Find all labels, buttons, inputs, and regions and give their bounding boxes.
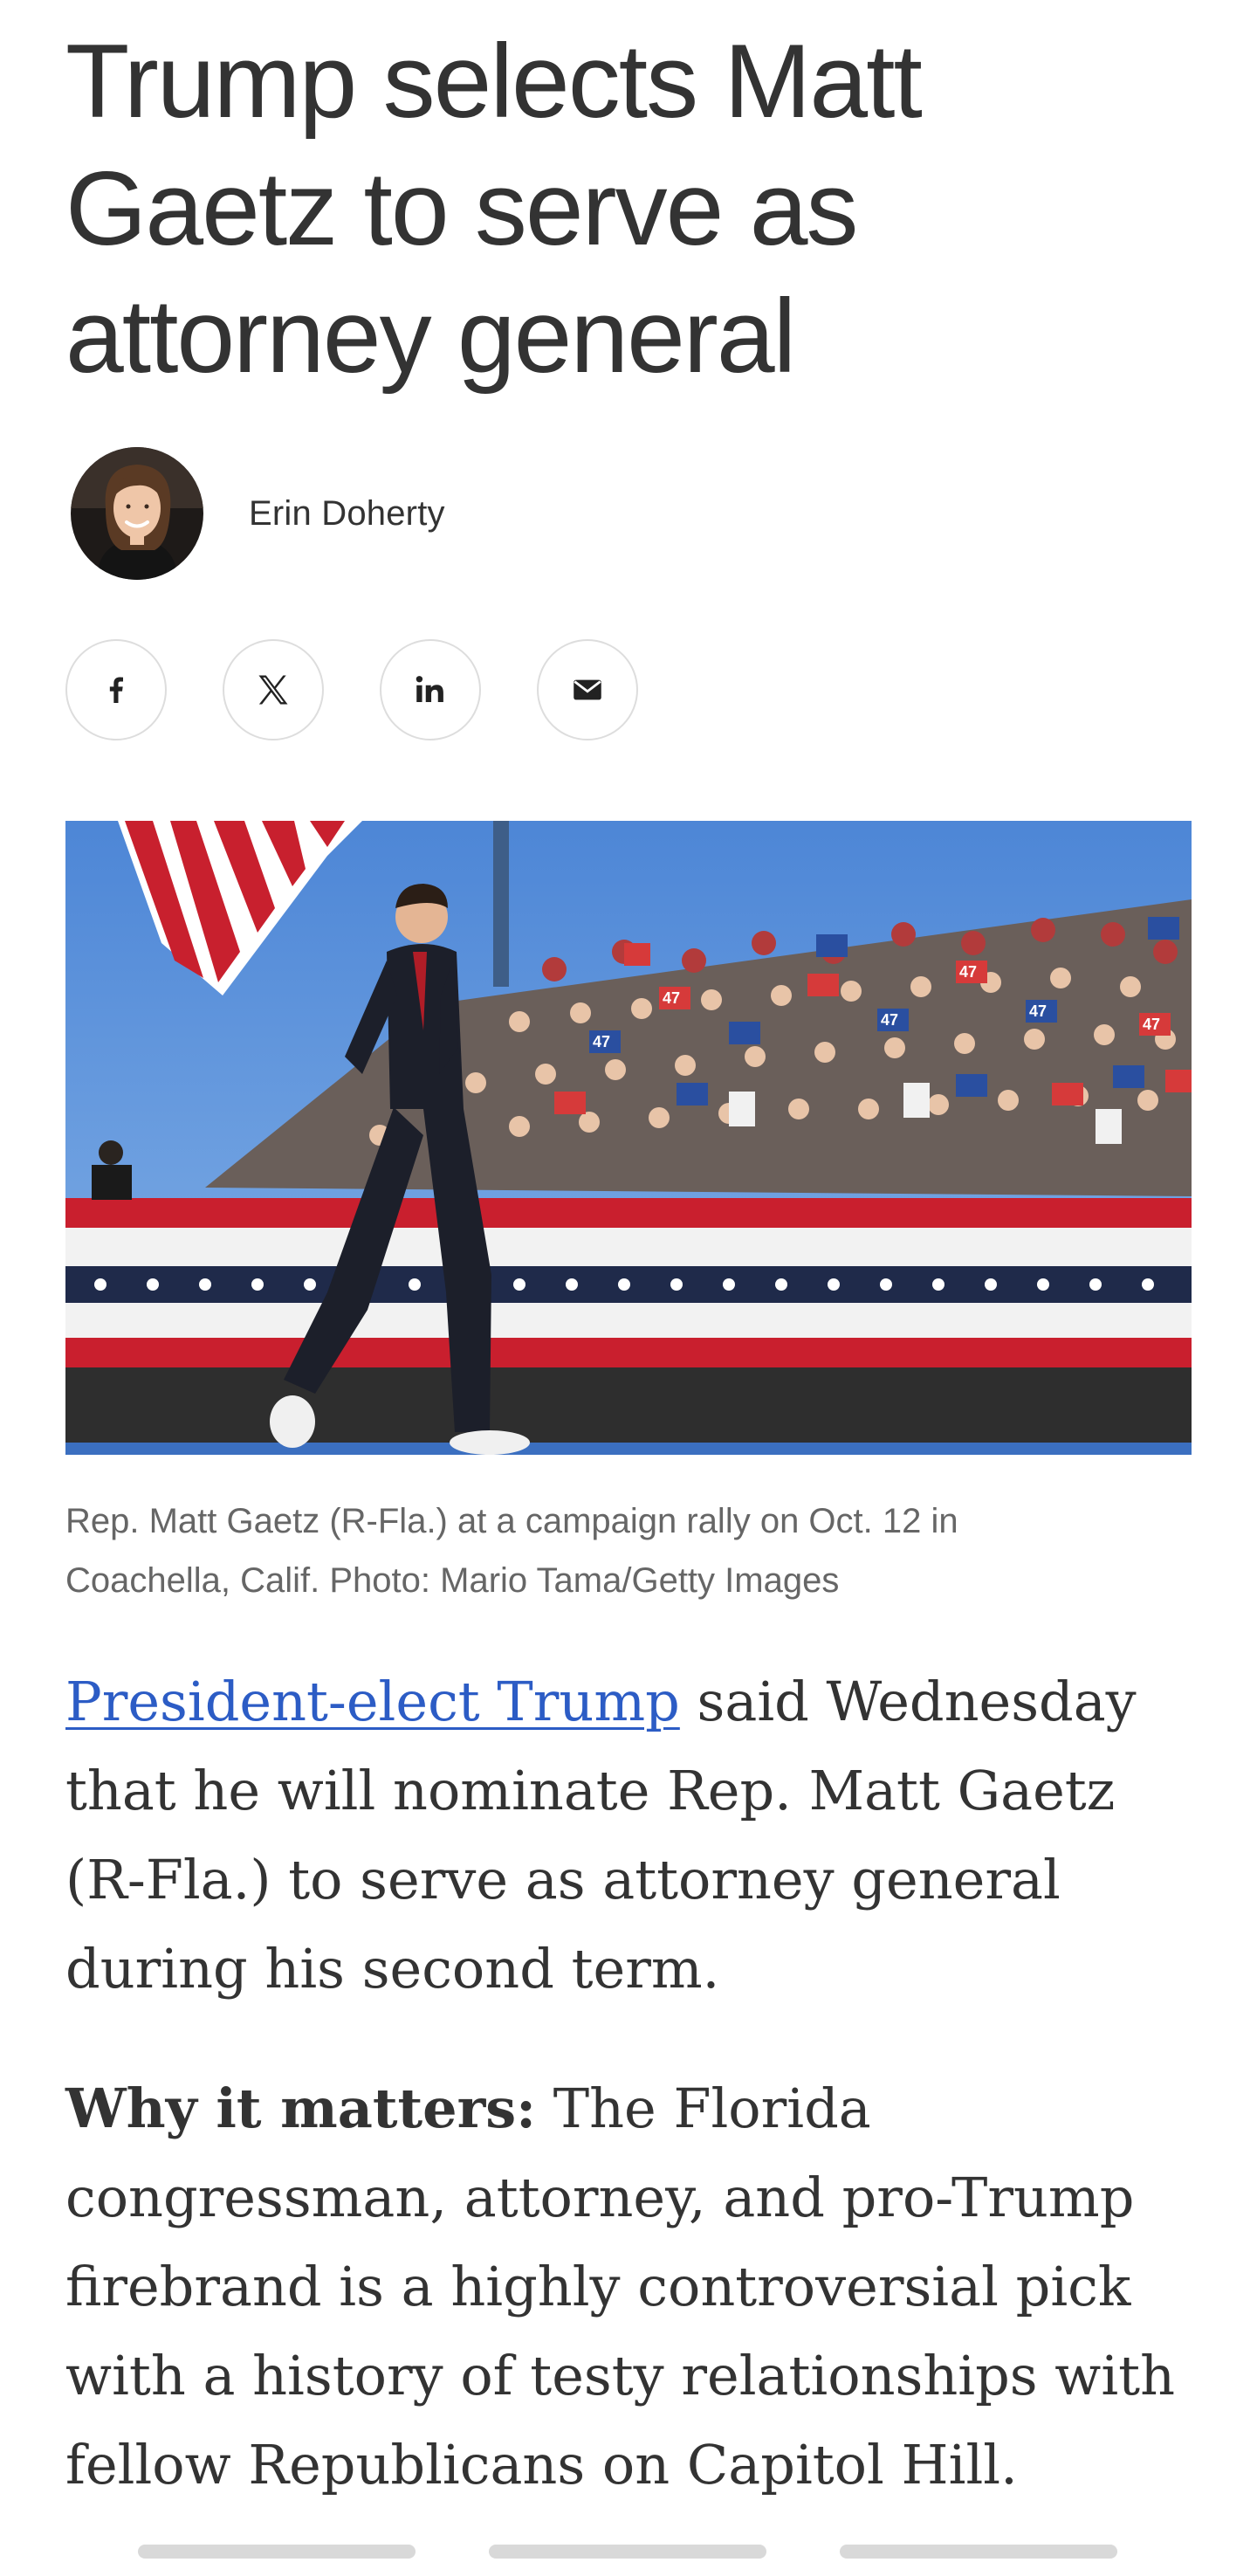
share-bar: [65, 639, 694, 740]
rally-photo: 47 47 47 47 47 47: [65, 821, 1192, 1455]
pagination-bar[interactable]: [138, 2545, 416, 2559]
article-photo: 47 47 47 47 47 47: [65, 821, 1192, 1455]
author-portrait: [71, 447, 203, 580]
pagination-bar[interactable]: [489, 2545, 766, 2559]
article-headline: Trump selects Matt Gaetz to serve as att…: [65, 23, 923, 395]
sign-text: 47: [881, 1011, 898, 1029]
facebook-icon: [109, 677, 123, 703]
sign-text: 47: [593, 1033, 610, 1050]
share-facebook-button[interactable]: [65, 639, 167, 740]
article-paragraph-2: Why it matters: The Florida congressman,…: [65, 2064, 1192, 2510]
sign-text: 47: [959, 963, 977, 981]
article: Trump selects Matt Gaetz to serve as att…: [65, 0, 1192, 2497]
president-elect-trump-link[interactable]: President-elect Trump: [65, 1670, 680, 1733]
byline: Erin Doherty: [71, 447, 445, 580]
photo-caption: Rep. Matt Gaetz (R-Fla.) at a campaign r…: [65, 1502, 958, 1600]
sign-text: 47: [1029, 1002, 1047, 1020]
banner-stars: [94, 1278, 1154, 1291]
author-name[interactable]: Erin Doherty: [249, 494, 445, 534]
pagination-bar[interactable]: [840, 2545, 1117, 2559]
linkedin-icon: [416, 676, 443, 702]
pagination-bars: [138, 2545, 1191, 2559]
share-email-button[interactable]: [537, 639, 638, 740]
share-linkedin-button[interactable]: [380, 639, 481, 740]
why-it-matters-label: Why it matters:: [65, 2077, 537, 2140]
share-x-button[interactable]: [223, 639, 324, 740]
email-icon: [574, 679, 601, 700]
sign-text: 47: [1143, 1016, 1160, 1033]
author-avatar[interactable]: [71, 447, 203, 580]
article-paragraph-1: President-elect Trump said Wednesday tha…: [65, 1657, 1192, 2014]
sign-text: 47: [663, 989, 680, 1007]
x-icon: [258, 675, 288, 705]
